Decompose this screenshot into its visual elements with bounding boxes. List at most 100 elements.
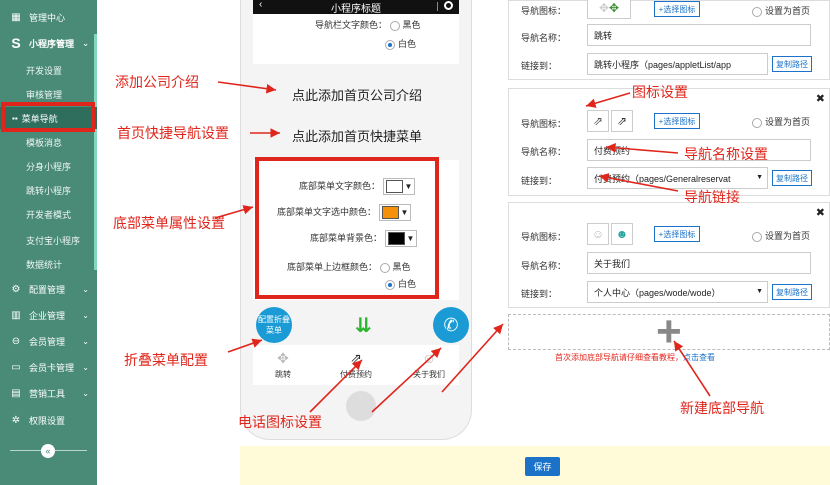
close-icon[interactable]: ✖ [816, 92, 825, 105]
nav-card-1: 导航图标： ✥ ✥ +选择图标 设置为首页 导航名称： 跳转 链接到： 跳转小程… [508, 0, 830, 80]
nav-name-input[interactable]: 跳转 [587, 24, 811, 46]
add-company-intro[interactable]: 点此添加首页公司介绍 [241, 85, 473, 104]
sidebar-sub-label: 开发者模式 [26, 209, 72, 220]
sidebar-item-member-card[interactable]: ▭ 会员卡管理 ⌄ [0, 356, 97, 378]
annotation-nav-link: 导航链接 [684, 190, 740, 206]
sidebar-sub-label: 数据统计 [26, 259, 63, 270]
sidebar-sub-label: 审核管理 [26, 89, 63, 100]
puzzle-icon: ✥ ✥ [587, 0, 631, 19]
set-home-option[interactable]: 设置为首页 [752, 115, 810, 128]
highlight-menu-nav [1, 102, 95, 132]
sidebar-sub-jump-app[interactable]: 跳转小程序 [0, 179, 97, 201]
sidebar-item-enterprise[interactable]: ▥ 企业管理 ⌄ [0, 304, 97, 326]
home-button[interactable] [346, 391, 376, 421]
annotation-icon-setting: 图标设置 [632, 85, 688, 101]
tab-label: 跳转 [275, 370, 291, 379]
sidebar-item-label: 营销工具 [29, 388, 66, 399]
nav-card-3: ✖ 导航图标： ☺ ☻ +选择图标 设置为首页 导航名称： 关于我们 链接到： … [508, 202, 830, 308]
sidebar-item-management-center[interactable]: ▦ 管理中心 [0, 6, 97, 28]
close-icon[interactable]: ✖ [816, 206, 825, 219]
sidebar: ▦ 管理中心 S 小程序管理 ⌄ 开发设置 审核管理 ▪▪ 菜单导航 模板消息 分… [0, 0, 97, 485]
annotation-phone-icon: 电话图标设置 [238, 415, 322, 431]
lock-icon: ⊖ [11, 335, 21, 347]
sidebar-sub-template-msg[interactable]: 模板消息 [0, 131, 97, 153]
tab-jump[interactable]: ✥ 跳转 [253, 347, 313, 380]
link-select[interactable]: 跳转小程序（pages/appletList/app [587, 53, 768, 75]
users-icon: ☺ [421, 350, 437, 366]
fold-menu-button[interactable]: 配置折叠菜单 [256, 307, 292, 343]
annotation-bottom-menu: 底部菜单属性设置 [113, 216, 225, 232]
copy-path-button[interactable]: 复制路径 [772, 56, 812, 72]
set-home-option[interactable]: 设置为首页 [752, 229, 810, 242]
sidebar-sub-dev-settings[interactable]: 开发设置 [0, 59, 97, 81]
sidebar-item-label: 权限设置 [29, 415, 66, 426]
nav-card-2: ✖ 导航图标： ⇗ ⇗ +选择图标 设置为首页 导航名称： 付费预约 链接到： … [508, 88, 830, 196]
phone-icon[interactable]: ✆ [433, 307, 469, 343]
share-icon: ⇗ [350, 350, 362, 366]
radio-set-home[interactable] [752, 6, 762, 17]
nav-name-input[interactable]: 关于我们 [587, 252, 811, 274]
set-home-option[interactable]: 设置为首页 [752, 4, 810, 17]
save-button[interactable]: 保存 [525, 457, 560, 476]
select-icon-button[interactable]: +选择图标 [654, 113, 700, 129]
sidebar-item-permissions[interactable]: ✲ 权限设置 [0, 409, 97, 431]
phone-tab-bar: ✥ 跳转 ⇗ 付费预约 ☺ 关于我们 [253, 345, 459, 385]
set-home-label: 设置为首页 [765, 117, 811, 127]
add-quick-menu[interactable]: 点此添加首页快捷菜单 [241, 126, 473, 145]
link-value: 个人中心（pages/wode/wode） [594, 287, 721, 298]
sidebar-item-marketing[interactable]: ▤ 营销工具 ⌄ [0, 382, 97, 404]
sidebar-sub-dev-mode[interactable]: 开发者模式 [0, 203, 97, 225]
select-icon-button[interactable]: +选择图标 [654, 1, 700, 17]
separator [437, 2, 438, 11]
chevron-down-icon: ⌄ [82, 38, 89, 48]
sidebar-sub-label: 支付宝小程序 [26, 235, 81, 246]
chevron-down-icon: ⌄ [82, 336, 89, 346]
annotation-company-intro: 添加公司介绍 [115, 75, 199, 91]
dashboard-icon: ▦ [11, 11, 21, 23]
copy-path-button[interactable]: 复制路径 [772, 284, 812, 300]
sidebar-sub-label: 模板消息 [26, 137, 63, 148]
sidebar-item-label: 小程序管理 [29, 38, 75, 49]
sidebar-sub-clone-app[interactable]: 分身小程序 [0, 155, 97, 177]
tutorial-link[interactable]: 点击查看 [683, 353, 715, 362]
sidebar-item-members[interactable]: ⊖ 会员管理 ⌄ [0, 330, 97, 352]
icon-label: 导航图标： [521, 232, 567, 242]
radio-white-label: 白色 [398, 39, 417, 49]
tutorial-hint: 首次添加底部导航请仔细查看教程，点击查看 [555, 352, 715, 363]
sidebar-sub-stats[interactable]: 数据统计 [0, 253, 97, 275]
sidebar-item-miniprogram[interactable]: S 小程序管理 ⌄ [0, 32, 97, 54]
radio-white[interactable] [385, 39, 395, 50]
annotation-fold-menu: 折叠菜单配置 [124, 353, 208, 369]
tab-about[interactable]: ☺ 关于我们 [399, 347, 459, 380]
link-select[interactable]: 付费预约（pages/Generalreservat ▼ [587, 167, 768, 189]
plus-icon[interactable]: + [656, 310, 682, 354]
settings-icon: ✲ [11, 414, 21, 426]
users-filled-icon: ☻ [611, 223, 633, 245]
radio-black-label: 黑色 [402, 20, 421, 30]
select-icon-button[interactable]: +选择图标 [654, 226, 700, 242]
radio-black[interactable] [389, 20, 400, 31]
collapse-icon[interactable]: « [41, 444, 55, 458]
chevron-down-icon: ⌄ [82, 284, 89, 294]
radio-set-home[interactable] [752, 231, 762, 242]
name-label: 导航名称： [521, 147, 567, 157]
down-arrow-icon: ⇊ [355, 315, 372, 337]
phone-title-bar: ‹ 小程序标题 [253, 0, 459, 15]
sidebar-sub-alipay[interactable]: 支付宝小程序 [0, 229, 97, 251]
link-value: 付费预约（pages/Generalreservat [594, 173, 731, 184]
chevron-down-icon: ⌄ [82, 388, 89, 398]
highlight-bottom-menu [255, 157, 439, 299]
link-select[interactable]: 个人中心（pages/wode/wode） ▼ [587, 281, 768, 303]
tab-label: 关于我们 [413, 370, 445, 379]
share-icon: ⇗ [587, 110, 609, 132]
tab-label: 付费预约 [340, 370, 372, 379]
copy-path-button[interactable]: 复制路径 [772, 170, 812, 186]
tab-paid-booking[interactable]: ⇗ 付费预约 [326, 347, 386, 380]
annotation-nav-name: 导航名称设置 [684, 147, 768, 163]
sidebar-sub-label: 跳转小程序 [26, 185, 72, 196]
sidebar-item-config[interactable]: ⚙ 配置管理 ⌄ [0, 278, 97, 300]
radio-set-home[interactable] [752, 117, 762, 128]
link-label: 链接到： [521, 176, 558, 186]
back-icon: ‹ [259, 0, 263, 10]
record-icon [444, 1, 453, 10]
